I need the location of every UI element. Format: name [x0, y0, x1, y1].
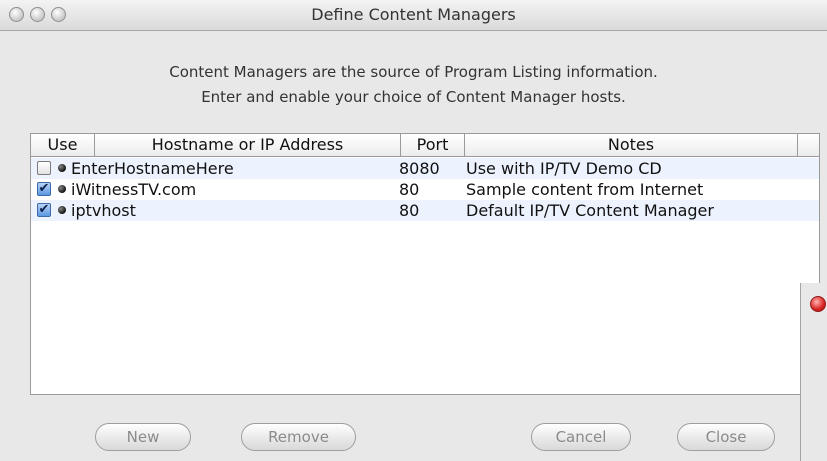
column-header-hostname[interactable]: Hostname or IP Address	[95, 134, 401, 156]
content-managers-table: Use Hostname or IP Address Port Notes En…	[30, 133, 820, 395]
hostname-cell[interactable]: EnterHostnameHere	[71, 158, 234, 179]
table-row[interactable]: ✔ iWitnessTV.com 80 Sample content from …	[31, 179, 819, 200]
window-title: Define Content Managers	[311, 5, 516, 24]
notes-cell[interactable]: Use with IP/TV Demo CD	[466, 158, 662, 179]
remove-button[interactable]: Remove	[241, 423, 356, 451]
close-button[interactable]: Close	[677, 423, 775, 451]
red-close-icon[interactable]	[810, 296, 826, 312]
checkmark-icon: ✔	[38, 181, 50, 196]
use-checkbox[interactable]	[37, 161, 51, 175]
status-dot-icon	[58, 164, 66, 172]
notes-cell[interactable]: Default IP/TV Content Manager	[466, 200, 714, 221]
notes-cell[interactable]: Sample content from Internet	[466, 179, 703, 200]
use-checkbox[interactable]: ✔	[37, 203, 51, 217]
port-cell[interactable]: 8080	[399, 158, 440, 179]
column-header-port[interactable]: Port	[401, 134, 465, 156]
table-row[interactable]: ✔ iptvhost 80 Default IP/TV Content Mana…	[31, 200, 819, 221]
table-header: Use Hostname or IP Address Port Notes	[31, 134, 819, 157]
dialog-window: Define Content Managers Content Managers…	[0, 0, 827, 461]
column-header-use[interactable]: Use	[31, 134, 95, 156]
description-line-1: Content Managers are the source of Progr…	[169, 63, 658, 81]
use-checkbox[interactable]: ✔	[37, 182, 51, 196]
title-bar[interactable]: Define Content Managers	[0, 0, 827, 31]
hostname-cell[interactable]: iptvhost	[71, 200, 136, 221]
checkmark-icon: ✔	[38, 202, 50, 217]
status-dot-icon	[58, 206, 66, 214]
table-row[interactable]: EnterHostnameHere 8080 Use with IP/TV De…	[31, 158, 819, 179]
port-cell[interactable]: 80	[399, 179, 419, 200]
column-header-notes[interactable]: Notes	[465, 134, 798, 156]
description: Content Managers are the source of Progr…	[0, 60, 827, 110]
hostname-cell[interactable]: iWitnessTV.com	[71, 179, 196, 200]
new-button[interactable]: New	[95, 423, 191, 451]
cancel-button[interactable]: Cancel	[531, 423, 631, 451]
port-cell[interactable]: 80	[399, 200, 419, 221]
description-line-2: Enter and enable your choice of Content …	[201, 88, 626, 106]
status-dot-icon	[58, 185, 66, 193]
